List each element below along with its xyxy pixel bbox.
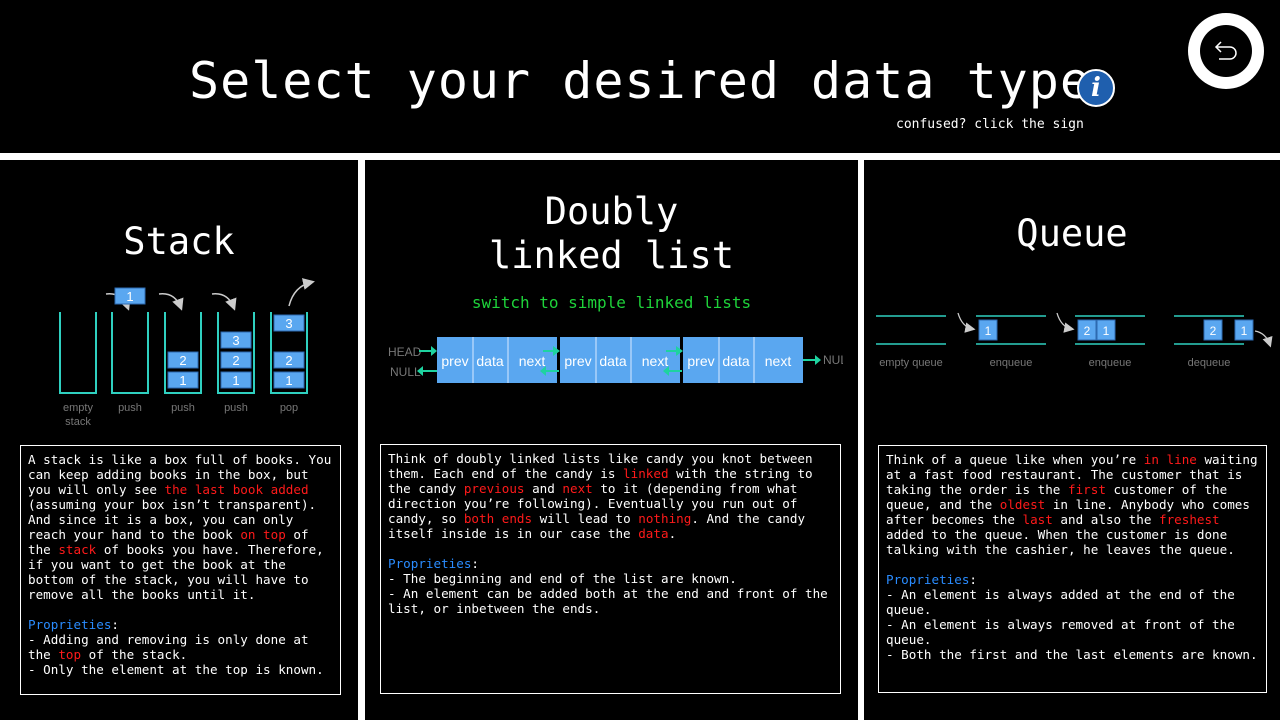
queue-node-value: 1 [985,324,992,338]
head-label: HEAD [388,345,422,359]
back-button[interactable] [1188,13,1264,89]
svg-text:data: data [476,353,503,369]
hint-text: confused? click the sign [896,117,1084,132]
svg-text:next: next [765,353,792,369]
stack-empty-container [59,312,97,394]
svg-text:prev: prev [687,353,714,369]
queue-node-value: 1 [1241,324,1248,338]
queue-label: dequeue [1188,357,1231,369]
stack-label: stack [65,416,91,428]
proprieties-label: Proprieties [886,572,970,587]
queue-label: enqueue [1089,357,1132,369]
svg-text:next: next [642,353,669,369]
push-arrow-2 [158,293,184,311]
queue-panel[interactable]: Queue 1 2 1 2 1 empty queue enqueue enqu… [864,160,1280,720]
dll-title-line1[interactable]: Doubly [365,190,858,234]
dll-panel[interactable]: Doubly linked list switch to simple link… [365,160,858,720]
svg-text:data: data [722,353,749,369]
proprieties-label: Proprieties [388,556,472,571]
dll-title-line2[interactable]: linked list [365,234,858,278]
svg-text:next: next [519,353,546,369]
stack-description: A stack is like a box full of books. You… [20,445,341,695]
stack-node-value: 1 [126,289,133,304]
svg-text:prev: prev [564,353,591,369]
dequeue-arrow [1254,330,1273,348]
stack-node-value: 2 [179,353,186,368]
stack-push1-container [111,312,149,394]
stack-diagram: 1 2 1 3 2 1 3 2 1 empty stack push push … [59,278,315,428]
stack-node-value: 3 [232,333,239,348]
queue-node-value: 1 [1103,324,1110,338]
stack-node-value: 1 [179,373,186,388]
stack-node-value: 3 [285,316,292,331]
stack-label: empty [63,402,93,414]
null-right-label: NULL [823,353,843,367]
queue-title[interactable]: Queue [864,212,1280,256]
queue-node-value: 2 [1210,324,1217,338]
queue-node-value: 2 [1084,324,1091,338]
dll-diagram: HEAD NULL prev data next prev data next … [388,337,843,383]
enqueue-arrow-1 [957,312,976,333]
queue-description: Think of a queue like when you’re in lin… [878,445,1267,693]
proprieties-label: Proprieties [28,617,112,632]
dll-description: Think of doubly linked lists like candy … [380,444,841,694]
switch-simple-linked-list-link[interactable]: switch to simple linked lists [365,293,858,312]
stack-label: push [224,402,248,414]
enqueue-arrow-2 [1056,312,1075,333]
queue-label: enqueue [990,357,1033,369]
svg-text:prev: prev [441,353,468,369]
stack-node-value: 2 [285,353,292,368]
stack-label: push [171,402,195,414]
null-left-label: NULL [390,365,421,379]
stack-label: pop [280,402,298,414]
undo-arrow-icon [1214,41,1237,60]
header: Select your desired data type i confused… [0,0,1280,153]
stack-label: push [118,402,142,414]
queue-label: empty queue [879,357,943,369]
stack-panel[interactable]: Stack 1 2 1 3 2 1 3 2 1 empty stack push… [0,160,358,720]
queue-diagram: 1 2 1 2 1 empty queue enqueue enqueue de… [876,312,1273,369]
stack-node-value: 1 [285,373,292,388]
push-arrow-3 [211,293,237,311]
svg-text:data: data [599,353,626,369]
info-icon[interactable]: i [1077,69,1115,107]
pop-arrow [288,278,315,307]
stack-node-value: 1 [232,373,239,388]
stack-title[interactable]: Stack [0,220,358,264]
stack-node-value: 2 [232,353,239,368]
